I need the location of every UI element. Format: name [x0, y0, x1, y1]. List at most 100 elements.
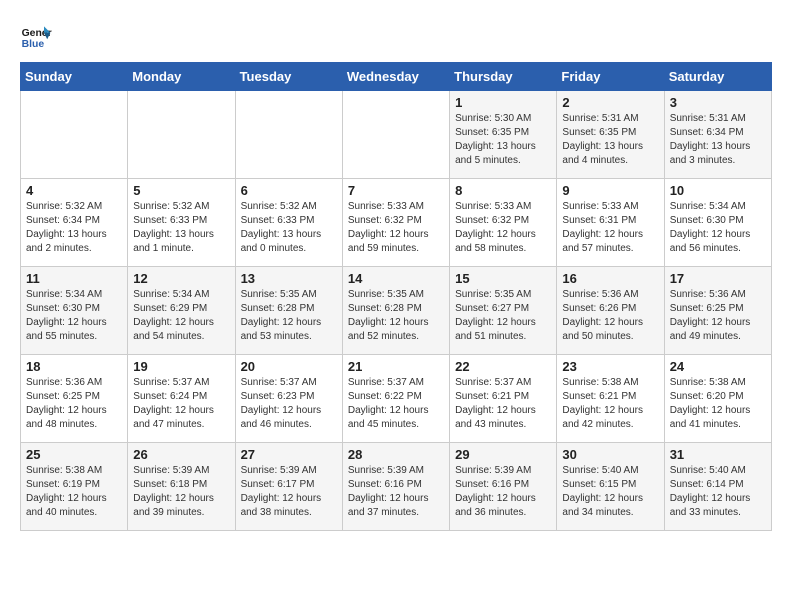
- calendar-cell: 16Sunrise: 5:36 AM Sunset: 6:26 PM Dayli…: [557, 267, 664, 355]
- day-number: 10: [670, 183, 766, 198]
- calendar-week-row: 18 Sunrise: 5:36 AM Sunset: 6:25 PM Dayli…: [21, 355, 772, 443]
- day-number: 28: [348, 447, 444, 462]
- calendar-cell: 27 Sunrise: 5:39 AM Sunset: 6:17 PM Dayli…: [235, 443, 342, 531]
- day-number: 22: [455, 359, 551, 374]
- day-number: 3: [670, 95, 766, 110]
- col-header-sunday: Sunday: [21, 63, 128, 91]
- calendar-cell: 3 Sunrise: 5:31 AM Sunset: 6:34 PM Daylig…: [664, 91, 771, 179]
- calendar-cell: 6 Sunrise: 5:32 AM Sunset: 6:33 PM Daylig…: [235, 179, 342, 267]
- day-number: 1: [455, 95, 551, 110]
- calendar-cell: 12Sunrise: 5:34 AM Sunset: 6:29 PM Dayli…: [128, 267, 235, 355]
- day-number: 30: [562, 447, 658, 462]
- calendar-cell: [235, 91, 342, 179]
- day-number: 27: [241, 447, 337, 462]
- day-info: Sunrise: 5:37 AM Sunset: 6:22 PM Dayligh…: [348, 376, 444, 432]
- page-header: General Blue: [20, 20, 772, 52]
- day-number: 6: [241, 183, 337, 198]
- col-header-thursday: Thursday: [450, 63, 557, 91]
- day-info: Sunrise: 5:39 AM Sunset: 6:16 PM Dayligh…: [455, 464, 551, 520]
- col-header-friday: Friday: [557, 63, 664, 91]
- calendar-cell: 26 Sunrise: 5:39 AM Sunset: 6:18 PM Dayli…: [128, 443, 235, 531]
- day-number: 9: [562, 183, 658, 198]
- logo: General Blue: [20, 20, 56, 52]
- day-number: 7: [348, 183, 444, 198]
- day-number: 13: [241, 271, 337, 286]
- calendar-cell: [128, 91, 235, 179]
- calendar-cell: 2Sunrise: 5:31 AM Sunset: 6:35 PM Daylig…: [557, 91, 664, 179]
- calendar-cell: 24 Sunrise: 5:38 AM Sunset: 6:20 PM Dayli…: [664, 355, 771, 443]
- day-number: 23: [562, 359, 658, 374]
- calendar-cell: 15 Sunrise: 5:35 AM Sunset: 6:27 PM Dayli…: [450, 267, 557, 355]
- calendar-cell: 18 Sunrise: 5:36 AM Sunset: 6:25 PM Dayli…: [21, 355, 128, 443]
- calendar-week-row: 4Sunrise: 5:32 AM Sunset: 6:34 PM Daylig…: [21, 179, 772, 267]
- day-info: Sunrise: 5:31 AM Sunset: 6:34 PM Dayligh…: [670, 112, 766, 168]
- calendar-cell: 9Sunrise: 5:33 AM Sunset: 6:31 PM Daylig…: [557, 179, 664, 267]
- day-number: 19: [133, 359, 229, 374]
- calendar-cell: 4Sunrise: 5:32 AM Sunset: 6:34 PM Daylig…: [21, 179, 128, 267]
- calendar-cell: [342, 91, 449, 179]
- day-info: Sunrise: 5:35 AM Sunset: 6:27 PM Dayligh…: [455, 288, 551, 344]
- day-number: 24: [670, 359, 766, 374]
- calendar-cell: 19Sunrise: 5:37 AM Sunset: 6:24 PM Dayli…: [128, 355, 235, 443]
- day-info: Sunrise: 5:32 AM Sunset: 6:34 PM Dayligh…: [26, 200, 122, 256]
- calendar-cell: 14 Sunrise: 5:35 AM Sunset: 6:28 PM Dayli…: [342, 267, 449, 355]
- day-number: 16: [562, 271, 658, 286]
- day-info: Sunrise: 5:36 AM Sunset: 6:25 PM Dayligh…: [670, 288, 766, 344]
- day-number: 18: [26, 359, 122, 374]
- calendar-cell: 13 Sunrise: 5:35 AM Sunset: 6:28 PM Dayli…: [235, 267, 342, 355]
- day-info: Sunrise: 5:39 AM Sunset: 6:17 PM Dayligh…: [241, 464, 337, 520]
- logo-icon: General Blue: [20, 20, 52, 52]
- calendar-header-row: SundayMondayTuesdayWednesdayThursdayFrid…: [21, 63, 772, 91]
- day-info: Sunrise: 5:35 AM Sunset: 6:28 PM Dayligh…: [241, 288, 337, 344]
- svg-text:Blue: Blue: [22, 39, 45, 50]
- calendar-cell: 22 Sunrise: 5:37 AM Sunset: 6:21 PM Dayli…: [450, 355, 557, 443]
- day-info: Sunrise: 5:39 AM Sunset: 6:16 PM Dayligh…: [348, 464, 444, 520]
- calendar-week-row: 11 Sunrise: 5:34 AM Sunset: 6:30 PM Dayli…: [21, 267, 772, 355]
- calendar-cell: 1 Sunrise: 5:30 AM Sunset: 6:35 PM Daylig…: [450, 91, 557, 179]
- day-number: 29: [455, 447, 551, 462]
- day-info: Sunrise: 5:37 AM Sunset: 6:23 PM Dayligh…: [241, 376, 337, 432]
- day-info: Sunrise: 5:33 AM Sunset: 6:32 PM Dayligh…: [348, 200, 444, 256]
- calendar-cell: 21 Sunrise: 5:37 AM Sunset: 6:22 PM Dayli…: [342, 355, 449, 443]
- day-info: Sunrise: 5:40 AM Sunset: 6:14 PM Dayligh…: [670, 464, 766, 520]
- day-info: Sunrise: 5:33 AM Sunset: 6:32 PM Dayligh…: [455, 200, 551, 256]
- day-info: Sunrise: 5:34 AM Sunset: 6:30 PM Dayligh…: [26, 288, 122, 344]
- day-info: Sunrise: 5:35 AM Sunset: 6:28 PM Dayligh…: [348, 288, 444, 344]
- col-header-saturday: Saturday: [664, 63, 771, 91]
- day-info: Sunrise: 5:36 AM Sunset: 6:25 PM Dayligh…: [26, 376, 122, 432]
- calendar-cell: 29 Sunrise: 5:39 AM Sunset: 6:16 PM Dayli…: [450, 443, 557, 531]
- day-info: Sunrise: 5:32 AM Sunset: 6:33 PM Dayligh…: [241, 200, 337, 256]
- day-number: 21: [348, 359, 444, 374]
- calendar-cell: 23 Sunrise: 5:38 AM Sunset: 6:21 PM Dayli…: [557, 355, 664, 443]
- calendar-cell: 30 Sunrise: 5:40 AM Sunset: 6:15 PM Dayli…: [557, 443, 664, 531]
- day-info: Sunrise: 5:40 AM Sunset: 6:15 PM Dayligh…: [562, 464, 658, 520]
- day-number: 15: [455, 271, 551, 286]
- day-number: 31: [670, 447, 766, 462]
- calendar-cell: 25Sunrise: 5:38 AM Sunset: 6:19 PM Dayli…: [21, 443, 128, 531]
- col-header-monday: Monday: [128, 63, 235, 91]
- day-number: 14: [348, 271, 444, 286]
- day-info: Sunrise: 5:39 AM Sunset: 6:18 PM Dayligh…: [133, 464, 229, 520]
- col-header-wednesday: Wednesday: [342, 63, 449, 91]
- day-info: Sunrise: 5:34 AM Sunset: 6:29 PM Dayligh…: [133, 288, 229, 344]
- calendar-cell: 28 Sunrise: 5:39 AM Sunset: 6:16 PM Dayli…: [342, 443, 449, 531]
- calendar-table: SundayMondayTuesdayWednesdayThursdayFrid…: [20, 62, 772, 531]
- calendar-cell: 5Sunrise: 5:32 AM Sunset: 6:33 PM Daylig…: [128, 179, 235, 267]
- calendar-cell: 11 Sunrise: 5:34 AM Sunset: 6:30 PM Dayli…: [21, 267, 128, 355]
- calendar-cell: 8 Sunrise: 5:33 AM Sunset: 6:32 PM Daylig…: [450, 179, 557, 267]
- calendar-cell: 7 Sunrise: 5:33 AM Sunset: 6:32 PM Daylig…: [342, 179, 449, 267]
- calendar-week-row: 1 Sunrise: 5:30 AM Sunset: 6:35 PM Daylig…: [21, 91, 772, 179]
- calendar-cell: 10Sunrise: 5:34 AM Sunset: 6:30 PM Dayli…: [664, 179, 771, 267]
- day-number: 25: [26, 447, 122, 462]
- calendar-cell: 17 Sunrise: 5:36 AM Sunset: 6:25 PM Dayli…: [664, 267, 771, 355]
- day-number: 17: [670, 271, 766, 286]
- day-info: Sunrise: 5:38 AM Sunset: 6:20 PM Dayligh…: [670, 376, 766, 432]
- day-info: Sunrise: 5:38 AM Sunset: 6:21 PM Dayligh…: [562, 376, 658, 432]
- day-info: Sunrise: 5:37 AM Sunset: 6:21 PM Dayligh…: [455, 376, 551, 432]
- day-info: Sunrise: 5:32 AM Sunset: 6:33 PM Dayligh…: [133, 200, 229, 256]
- day-number: 26: [133, 447, 229, 462]
- col-header-tuesday: Tuesday: [235, 63, 342, 91]
- day-info: Sunrise: 5:30 AM Sunset: 6:35 PM Dayligh…: [455, 112, 551, 168]
- day-number: 8: [455, 183, 551, 198]
- day-number: 11: [26, 271, 122, 286]
